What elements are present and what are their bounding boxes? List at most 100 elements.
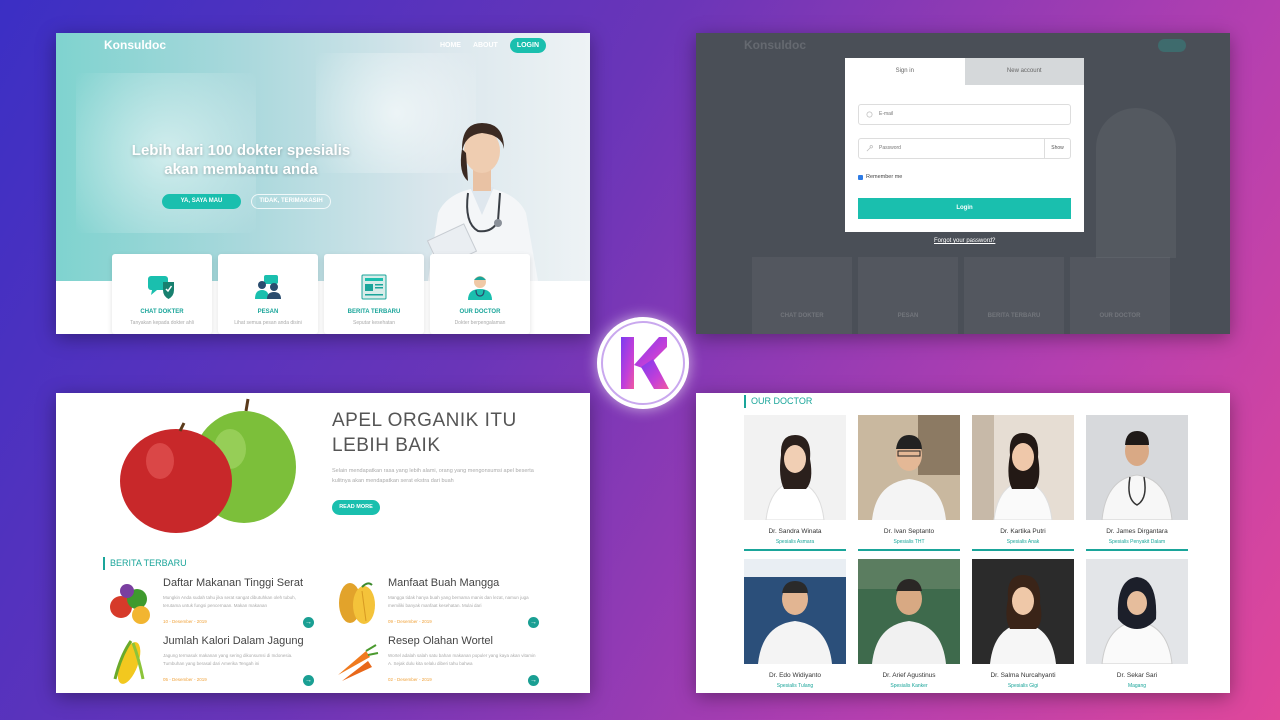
card-underline: [972, 549, 1074, 551]
login-button[interactable]: LOGIN: [509, 38, 546, 53]
article-body: Selain mendapatkan rasa yang lebih alami…: [332, 468, 534, 484]
doctor-card[interactable]: Dr. James Dirgantara Spesialis Penyakit …: [1086, 415, 1188, 551]
doctor-silhouette-dimmed: [1096, 108, 1176, 258]
card-our-doctor[interactable]: OUR DOCTOR Dokter berpengalaman: [430, 254, 530, 334]
feature-cards: CHAT DOKTER Tanyakan kepada dokter ahli …: [112, 254, 530, 334]
doctors-page-preview: OUR DOCTOR Dr. Sandra Winata Spesialis A…: [696, 393, 1230, 693]
doctor-photo: [1086, 559, 1188, 665]
news-item[interactable]: Manfaat Buah Mangga Mangga tidak hanya b…: [332, 577, 542, 631]
corn-thumbnail: [113, 640, 145, 684]
section-title-our-doctor: OUR DOCTOR: [744, 395, 812, 408]
modal-tabs: Sign in New account: [845, 58, 1084, 85]
doctor-card[interactable]: Dr. Sandra Winata Spesialis Asmara: [744, 415, 846, 551]
doctor-card[interactable]: Dr. Edo Widiyanto Spesialis Tulang: [744, 559, 846, 693]
tab-new-account[interactable]: New account: [964, 58, 1084, 85]
doctor-specialty: Spesialis Asmara: [775, 539, 815, 545]
news-date: 02 - Desember - 2019: [388, 677, 432, 682]
card-subtitle: Dokter berpengalaman: [454, 320, 506, 326]
doctor-name: Dr. Sekar Sari: [1116, 672, 1158, 679]
remember-checkbox[interactable]: [858, 174, 863, 180]
people-icon: [255, 275, 281, 299]
vegetables-thumbnail: [110, 584, 150, 624]
email-icon: [866, 111, 873, 118]
tab-sign-in[interactable]: Sign in: [845, 58, 965, 85]
doctor-name: Dr. Salma Nurcahyanti: [990, 672, 1056, 679]
doctor-card[interactable]: Dr. Arief Agustinus Spesialis Kanker: [858, 559, 960, 693]
doctor-photo: [858, 559, 960, 664]
news-title[interactable]: Jumlah Kalori Dalam Jagung: [163, 635, 304, 647]
arrow-right-icon[interactable]: →: [303, 675, 314, 686]
password-field[interactable]: Password Show: [858, 138, 1071, 159]
email-placeholder: E-mail: [879, 111, 894, 117]
card-underline: [858, 549, 960, 551]
news-excerpt: Mangga tidak hanya buah yang bernama man…: [388, 595, 529, 608]
doctor-card[interactable]: Dr. Salma Nurcahyanti Spesialis Gigi: [972, 559, 1074, 693]
article-title: APEL ORGANIK ITU LEBIH BAIK: [332, 410, 517, 456]
doctor-photo: [858, 415, 960, 520]
key-icon: [866, 145, 873, 152]
doctor-specialty: Spesialis Tulang: [776, 683, 814, 689]
doctor-card[interactable]: Dr. Kartika Putri Spesialis Anak: [972, 415, 1074, 551]
news-title[interactable]: Daftar Makanan Tinggi Serat: [163, 577, 303, 589]
modal-login-button[interactable]: Login: [858, 198, 1071, 219]
doctor-photo: [744, 559, 846, 664]
doctor-name: Dr. Kartika Putri: [1000, 528, 1046, 535]
card-underline: [744, 549, 846, 551]
news-item[interactable]: Jumlah Kalori Dalam Jagung Jagung termas…: [107, 635, 317, 689]
arrow-right-icon[interactable]: →: [528, 675, 539, 686]
card-dimmed: BERITA TERBARU: [964, 257, 1064, 334]
login-modal: Sign in New account E-mail Password Show…: [845, 58, 1084, 232]
card-dimmed: OUR DOCTOR: [1070, 257, 1170, 334]
login-page-preview: Konsuldoc CHAT DOKTER PESAN BERITA TERBA…: [696, 33, 1230, 334]
nav-about[interactable]: ABOUT: [473, 42, 498, 49]
doctor-name: Dr. Sandra Winata: [768, 528, 822, 535]
doctor-specialty: Magang: [1127, 683, 1147, 689]
read-more-button[interactable]: READ MORE: [332, 500, 380, 515]
doctor-specialty: Spesialis THT: [893, 539, 925, 545]
nav-home[interactable]: HOME: [440, 42, 461, 49]
card-subtitle: Lihat semua pesan anda disini: [234, 320, 302, 326]
news-excerpt: Jagung termasuk makanan yang sering diko…: [163, 653, 293, 666]
card-dimmed: PESAN: [858, 257, 958, 334]
doctor-card[interactable]: Dr. Sekar Sari Magang: [1086, 559, 1188, 693]
forgot-password-link[interactable]: Forgot your password?: [934, 238, 995, 244]
section-title-berita: BERITA TERBARU: [103, 557, 187, 570]
hero-title: Lebih dari 100 dokter spesialis akan mem…: [131, 142, 351, 178]
doctor-specialty: Spesialis Kanker: [890, 683, 928, 689]
mango-thumbnail: [339, 582, 375, 624]
card-title: CHAT DOKTER: [140, 309, 184, 315]
card-title: PESAN: [257, 309, 279, 315]
remember-label: Remember me: [866, 174, 903, 180]
card-subtitle: Seputar kesehatan: [353, 320, 395, 326]
doctor-photo: [1086, 415, 1188, 521]
login-button-dimmed: [1158, 39, 1186, 52]
news-excerpt: Mungkin Anda sudah tahu jika serat sanga…: [163, 595, 296, 608]
yes-button[interactable]: YA, SAYA MAU: [162, 194, 241, 209]
news-item[interactable]: Daftar Makanan Tinggi Serat Mungkin Anda…: [107, 577, 317, 631]
article-page-preview: APEL ORGANIK ITU LEBIH BAIK Selain menda…: [56, 393, 590, 693]
arrow-right-icon[interactable]: →: [528, 617, 539, 628]
doctor-card[interactable]: Dr. Ivan Septanto Spesialis THT: [858, 415, 960, 551]
email-field[interactable]: E-mail: [858, 104, 1071, 125]
apples-image: [120, 398, 296, 533]
news-title[interactable]: Manfaat Buah Mangga: [388, 577, 499, 589]
card-pesan[interactable]: PESAN Lihat semua pesan anda disini: [218, 254, 318, 334]
news-item[interactable]: Resep Olahan Wortel Wortel adalah salah …: [332, 635, 542, 689]
doctor-name: Dr. Edo Widiyanto: [768, 672, 822, 679]
card-title: BERITA TERBARU: [347, 309, 401, 315]
doctor-photo: [744, 415, 846, 521]
card-berita-terbaru[interactable]: BERITA TERBARU Seputar kesehatan: [324, 254, 424, 334]
doctor-specialty: Spesialis Penyakit Dalam: [1108, 539, 1166, 545]
no-button[interactable]: TIDAK, TERIMAKASIH: [251, 194, 331, 209]
card-chat-dokter[interactable]: CHAT DOKTER Tanyakan kepada dokter ahli: [112, 254, 212, 334]
k-letter-icon: [621, 337, 669, 389]
brand-logo[interactable]: Konsuldoc: [104, 38, 166, 52]
doctor-photo: [972, 559, 1074, 664]
remember-me[interactable]: Remember me: [858, 174, 902, 180]
arrow-right-icon[interactable]: →: [303, 617, 314, 628]
brand-logo-dimmed: Konsuldoc: [744, 38, 806, 52]
card-dimmed: CHAT DOKTER: [752, 257, 852, 334]
news-title[interactable]: Resep Olahan Wortel: [388, 635, 493, 647]
password-placeholder: Password: [879, 145, 901, 151]
show-password-button[interactable]: Show: [1044, 139, 1070, 158]
